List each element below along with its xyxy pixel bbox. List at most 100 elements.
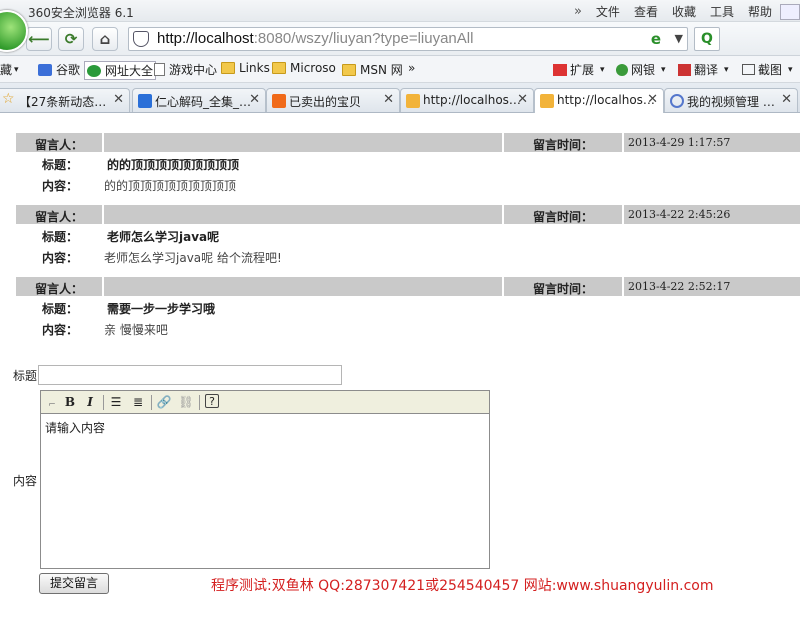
title-label: 标题： [42,230,79,244]
message-2: 留言人： 留言时间： 2013-4-22 2:45:26 标题： 老师怎么学习j… [16,205,800,266]
bookmark-game-center[interactable]: 游戏中心 [154,61,217,78]
home-button[interactable]: ⌂ [92,27,118,51]
title-label: 标题： [42,302,79,316]
title-row: 标题： 的的顶顶顶顶顶顶顶顶顶 [16,152,800,173]
insert-link-icon[interactable]: 🔗 [155,394,173,410]
close-icon[interactable]: ✕ [249,92,260,107]
menu-view[interactable]: 查看 [634,3,658,20]
message-title: 的的顶顶顶顶顶顶顶顶顶 [107,158,240,172]
rich-text-editor[interactable]: ⌐ B I ☰ ≣ 🔗 ⛓ ? 请输入内容 [40,390,490,569]
close-icon[interactable]: ✕ [113,92,124,107]
google-icon [38,63,52,76]
close-icon[interactable]: ✕ [517,92,528,107]
title-bar: 360安全浏览器 6.1 » 文件 查看 收藏 工具 帮助 [0,0,800,22]
time-label: 留言时间： [504,205,622,224]
close-icon[interactable]: ✕ [383,92,394,107]
ordered-list-icon[interactable]: ☰ [107,394,125,410]
app-title: 360安全浏览器 6.1 [28,6,134,20]
form-content-label: 内容 [13,474,38,488]
toolbar-separator [199,395,200,410]
menu-help[interactable]: 帮助 [748,3,772,20]
shield-icon [133,31,149,47]
toolbar-separator [151,395,152,410]
message-header: 留言人： 留言时间： 2013-4-29 1:17:57 [16,133,800,152]
title-row: 标题： 需要一步一步学习哦 [16,296,800,317]
bank-shield-icon [616,63,628,76]
bookmark-microsoft[interactable]: Microso [272,61,336,75]
refresh-button[interactable]: ⟳ [58,27,84,51]
title-input[interactable] [38,365,342,385]
message-header: 留言人： 留言时间： 2013-4-22 2:45:26 [16,205,800,224]
url-text[interactable]: http://localhost:8080/wszy/liuyan?type=l… [157,30,473,47]
back-button[interactable]: ⟵ [26,27,52,51]
menu-file[interactable]: 文件 [596,3,620,20]
minimize-button[interactable] [780,3,800,20]
menu-tools[interactable]: 工具 [710,3,734,20]
message-3: 留言人： 留言时间： 2013-4-22 2:52:17 标题： 需要一步一步学… [16,277,800,338]
bank-button[interactable]: 网银 ▾ [616,61,666,78]
folder-icon [221,62,235,74]
bookmarks-overflow-icon[interactable]: » [408,61,415,75]
extensions-icon [553,63,567,76]
author-label: 留言人： [16,277,102,296]
search-icon: Q [701,31,713,47]
tab-1[interactable]: ☆ 【27条新动态… ✕ [0,88,130,112]
message-title: 老师怎么学习java呢 [107,230,220,244]
tab-6[interactable]: 我的视频管理 … ✕ [664,88,798,112]
close-icon[interactable]: ✕ [781,92,792,107]
message-title: 需要一步一步学习哦 [107,302,216,316]
editor-body[interactable]: 请输入内容 [45,419,105,436]
address-bar[interactable]: http://localhost:8080/wszy/liuyan?type=l… [128,27,688,51]
message-content: 老师怎么学习java呢 给个流程吧! [104,251,282,265]
submit-button[interactable]: 提交留言 [39,573,109,594]
tab-4[interactable]: http://localhos… ✕ [400,88,534,112]
time-value: 2013-4-29 1:17:57 [624,133,800,152]
tab-5-active[interactable]: http://localhos… ✕ [534,88,664,113]
bookmark-site-nav[interactable]: 网址大全 [84,61,157,80]
bookmark-msn[interactable]: MSN 网 [342,61,403,78]
bookmark-links[interactable]: Links [221,61,270,75]
star-icon: ☆ [2,91,15,107]
menu-overflow-icon[interactable]: » [574,4,582,19]
bookmark-favorites[interactable]: 藏 ▾ [0,61,19,78]
unlink-icon[interactable]: ⛓ [177,394,195,410]
title-label: 标题： [42,158,79,172]
pma-icon [540,94,554,108]
taobao-icon [272,94,286,108]
author-value [104,277,502,296]
menu-favorites[interactable]: 收藏 [672,3,696,20]
author-value [104,205,502,224]
tab-strip: ☆ 【27条新动态… ✕ 仁心解码_全集_… ✕ 已卖出的宝贝 ✕ http:/… [0,83,800,113]
content-label: 内容： [42,179,79,193]
video-icon [670,94,684,108]
bookmark-google[interactable]: 谷歌 [38,61,80,78]
soku-icon [138,94,152,108]
bold-icon[interactable]: B [61,394,79,410]
content-row: 内容： 的的顶顶顶顶顶顶顶顶顶 [16,173,800,194]
time-value: 2013-4-22 2:45:26 [624,205,800,224]
back-arrow-icon: ⟵ [28,30,50,48]
pma-icon [406,94,420,108]
time-value: 2013-4-22 2:52:17 [624,277,800,296]
scissors-icon [742,64,755,75]
message-content: 的的顶顶顶顶顶顶顶顶顶 [104,179,237,193]
close-icon[interactable]: ✕ [647,92,658,107]
italic-icon[interactable]: I [81,394,99,410]
toolbar-grip-icon: ⌐ [48,400,56,410]
translate-button[interactable]: 翻译 ▾ [678,61,729,78]
content-row: 内容： 老师怎么学习java呢 给个流程吧! [16,245,800,266]
unordered-list-icon[interactable]: ≣ [129,394,147,410]
extensions-button[interactable]: 扩展 ▾ [553,61,605,78]
toolbar-separator [103,395,104,410]
tab-2[interactable]: 仁心解码_全集_… ✕ [132,88,266,112]
translate-icon [678,63,691,76]
site-nav-icon [87,64,101,77]
time-label: 留言时间： [504,133,622,152]
tab-3[interactable]: 已卖出的宝贝 ✕ [266,88,400,112]
chevron-down-icon[interactable]: ▼ [675,32,683,45]
menu-bar: » 文件 查看 收藏 工具 帮助 [560,3,800,20]
help-icon[interactable]: ? [205,394,219,408]
screenshot-button[interactable]: 截图 ▾ [742,61,793,78]
search-engine-button[interactable]: Q [694,27,720,51]
ie-engine-icon[interactable]: e [651,30,661,48]
